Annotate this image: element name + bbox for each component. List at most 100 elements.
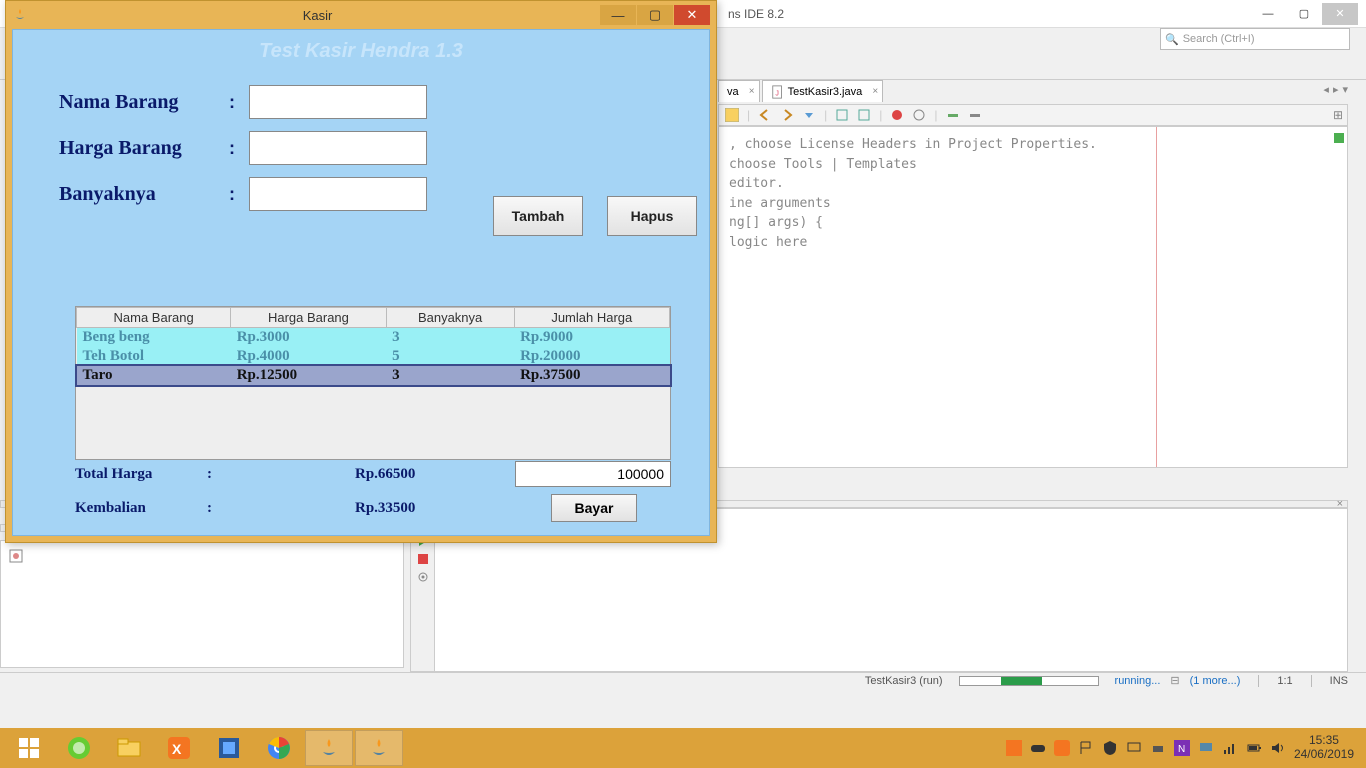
kasir-titlebar[interactable]: Kasir — ▢ ✕ [6,1,716,29]
action-buttons: Tambah Hapus [493,196,697,236]
input-nama-barang[interactable] [249,85,427,119]
history-back-icon[interactable] [758,108,772,122]
ide-tab-prev[interactable]: va × [718,80,760,102]
input-payment[interactable] [515,461,671,487]
taskbar-app-java1[interactable] [305,730,353,766]
taskbar-app-corel[interactable] [55,730,103,766]
tab-prev-icon[interactable]: ◂ [1323,83,1329,96]
tray-onenote-icon[interactable]: N [1174,740,1190,756]
bayar-button[interactable]: Bayar [551,494,637,522]
col-jumlah[interactable]: Jumlah Harga [514,308,669,328]
source-icon[interactable] [725,108,739,122]
start-button[interactable] [5,730,53,766]
history-fwd-icon[interactable] [780,108,794,122]
label-kembalian: Kembalian [75,500,207,517]
windows-taskbar[interactable]: X N 15:35 24/06/2019 [0,728,1366,768]
tray-game-icon[interactable] [1030,740,1046,756]
items-table[interactable]: Nama Barang Harga Barang Banyaknya Jumla… [75,306,671,460]
status-cursor-pos: 1:1 [1277,675,1292,687]
taskbar-app-chrome[interactable] [255,730,303,766]
close-icon[interactable]: × [872,86,878,97]
java-icon [12,7,28,23]
kasir-minimize-button[interactable]: — [600,5,636,25]
input-harga-barang[interactable] [249,131,427,165]
col-nama[interactable]: Nama Barang [77,308,231,328]
status-progress-label[interactable]: running... [1115,675,1161,687]
table-row[interactable]: Teh Botol Rp.4000 5 Rp.20000 [77,347,670,366]
ide-code-editor[interactable]: , choose License Headers in Project Prop… [718,126,1348,468]
settings-icon[interactable] [415,569,431,585]
tray-battery-icon[interactable] [1246,740,1262,756]
taskbar-app-virtualbox[interactable] [205,730,253,766]
stop-icon[interactable] [890,108,904,122]
code-line: editor. [729,174,1337,194]
indent-icon[interactable] [968,108,982,122]
svg-text:X: X [172,741,182,757]
value-kembalian: Rp.33500 [355,500,515,517]
tray-flag2-icon[interactable] [1078,740,1094,756]
status-progress [959,676,1099,686]
col-harga[interactable]: Harga Barang [231,308,386,328]
taskbar-app-java2[interactable] [355,730,403,766]
ide-statusbar: TestKasir3 (run) running... ⊟ (1 more...… [0,672,1366,688]
code-line: choose Tools | Templates [729,155,1337,175]
code-line: logic here [729,233,1337,253]
stop-icon[interactable] [415,551,431,567]
code-line: ng[] args) { [729,213,1337,233]
tray-network-icon[interactable] [1222,740,1238,756]
tray-xampp-icon[interactable] [1054,740,1070,756]
record-icon[interactable] [912,108,926,122]
input-banyaknya[interactable] [249,177,427,211]
taskbar-app-explorer[interactable] [105,730,153,766]
ide-tab-nav: ◂ ▸ ▾ [1323,83,1348,96]
tray-flag-icon[interactable] [1006,740,1022,756]
table-row[interactable]: Beng beng Rp.3000 3 Rp.9000 [77,328,670,348]
code-line: , choose License Headers in Project Prop… [729,135,1337,155]
ide-window-controls: — ▢ ✕ [1250,3,1358,25]
svg-text:J: J [775,90,779,97]
status-ins: INS [1330,675,1348,687]
java-file-icon [8,548,24,564]
java-file-icon: J [771,85,785,99]
kasir-banner: Test Kasir Hendra 1.3 [13,30,709,79]
close-icon[interactable]: × [749,86,755,97]
tray-printer-icon[interactable] [1150,740,1166,756]
kasir-maximize-button[interactable]: ▢ [637,5,673,25]
ide-navigator-panel[interactable] [0,540,404,668]
kasir-body: Test Kasir Hendra 1.3 Nama Barang : Harg… [12,29,710,536]
kasir-title: Kasir [36,8,599,23]
label-total: Total Harga [75,466,207,483]
hapus-button[interactable]: Hapus [607,196,697,236]
uncomment-icon[interactable] [857,108,871,122]
tambah-button[interactable]: Tambah [493,196,583,236]
taskbar-app-xampp[interactable]: X [155,730,203,766]
label-harga: Harga Barang [59,137,229,160]
tray-shield-icon[interactable] [1102,740,1118,756]
status-more[interactable]: (1 more...) [1190,675,1241,687]
tab-menu-icon[interactable]: ▾ [1342,83,1348,96]
editor-expand-icon[interactable]: ⊞ [1333,108,1343,122]
error-stripe-icon [1334,133,1344,143]
system-tray[interactable]: N 15:35 24/06/2019 [1006,734,1362,762]
ide-search-input[interactable]: 🔍 Search (Ctrl+I) [1160,28,1350,50]
ide-maximize-button[interactable]: ▢ [1286,3,1322,25]
col-banyak[interactable]: Banyaknya [386,308,514,328]
table-row-selected[interactable]: Taro Rp.12500 3 Rp.37500 [77,366,670,385]
svg-text:N: N [1178,744,1185,755]
tray-volume-icon[interactable] [1270,740,1286,756]
kasir-close-button[interactable]: ✕ [674,5,710,25]
tray-monitor-icon[interactable] [1126,740,1142,756]
code-line: ine arguments [729,194,1337,214]
tab-next-icon[interactable]: ▸ [1333,83,1339,96]
ide-minimize-button[interactable]: — [1250,3,1286,25]
status-task: TestKasir3 (run) [865,675,943,687]
toggle-comment-icon[interactable] [835,108,849,122]
tray-clock[interactable]: 15:35 24/06/2019 [1294,734,1354,762]
tray-display-icon[interactable] [1198,740,1214,756]
bookmark-icon[interactable] [946,108,960,122]
ide-tab-testkasir3[interactable]: J TestKasir3.java × [762,80,884,102]
margin-line [1156,127,1157,467]
ide-close-button[interactable]: ✕ [1322,3,1358,25]
ide-editor-tabs: va × J TestKasir3.java × [718,80,885,102]
nav-down-icon[interactable] [802,108,816,122]
